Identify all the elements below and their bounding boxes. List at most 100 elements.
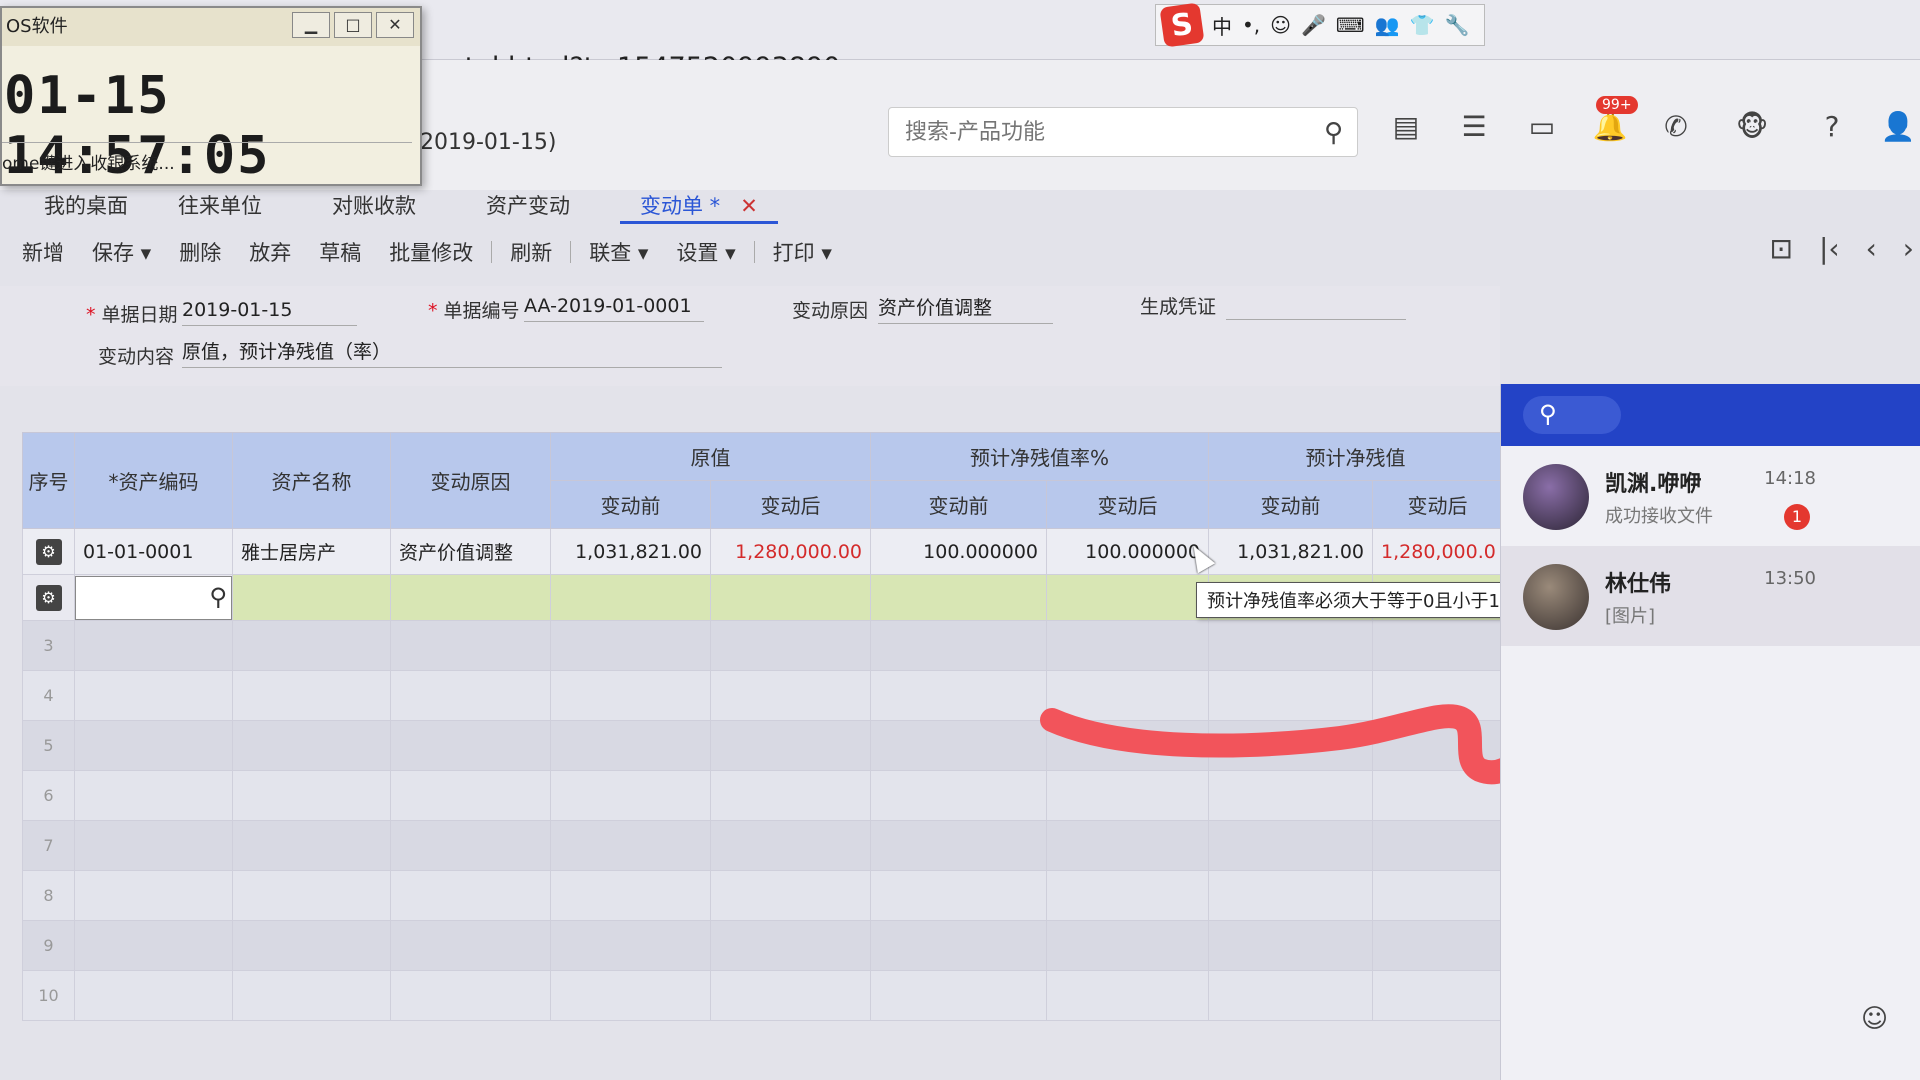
toolbar: 新增 保存 ▾ 删除 放弃 草稿 批量修改 刷新 联查 ▾ 设置 ▾ 打印 ▾ … (0, 232, 1920, 272)
number-field[interactable]: AA-2019-01-0001 (524, 292, 704, 322)
search-icon[interactable]: ⚲ (1324, 118, 1343, 148)
reason-field[interactable]: 资产价值调整 (878, 294, 1053, 324)
wrench-icon[interactable]: 🔧 (1445, 13, 1470, 37)
draft-button[interactable]: 草稿 (305, 237, 375, 267)
col-change-reason[interactable]: 变动原因 (390, 432, 551, 529)
message-icon[interactable]: ▭ (1520, 104, 1564, 148)
batch-edit-button[interactable]: 批量修改 (375, 237, 487, 267)
product-search: ⚲ (888, 107, 1358, 157)
delete-button[interactable]: 删除 (165, 237, 235, 267)
tab-reconciliation[interactable]: 对账收款 (312, 188, 436, 224)
microphone-icon[interactable]: 🎤 (1301, 13, 1326, 37)
chat-search[interactable]: ⚲ (1523, 396, 1621, 434)
ime-lang[interactable]: 中 (1212, 11, 1232, 40)
settings-dropdown[interactable]: 设置 ▾ (662, 237, 749, 267)
shirt-icon[interactable]: 👕 (1410, 13, 1435, 37)
content-label: 变动内容 (98, 346, 175, 368)
cell-orig-after[interactable]: 1,280,000.00 (710, 528, 871, 575)
unread-badge: 1 (1784, 504, 1810, 530)
next-page-icon[interactable]: › (1903, 232, 1914, 265)
voucher-field[interactable] (1226, 290, 1406, 320)
chat-name: 林仕伟 (1605, 572, 1672, 597)
save-doc-icon[interactable]: ▤ (1384, 104, 1428, 148)
new-button[interactable]: 新增 (8, 237, 78, 267)
sogou-logo-icon[interactable]: S (1159, 2, 1205, 48)
notification-badge: 99+ (1596, 96, 1638, 114)
header-subtitle: 2019-01-15) (420, 130, 557, 155)
table-row[interactable]: 7 (22, 820, 1504, 871)
table-row[interactable]: ⚙ 01-01-0001 雅士居房产 资产价值调整 1,031,821.00 1… (22, 528, 1504, 575)
phone-icon[interactable]: ✆ (1654, 104, 1698, 148)
preview-icon[interactable]: ⊡ (1769, 232, 1792, 265)
col-rate-before[interactable]: 变动前 (870, 480, 1047, 529)
cell-asset-code[interactable]: 01-01-0001 (74, 528, 233, 575)
tab-close-icon[interactable]: ✕ (740, 194, 758, 218)
maximize-icon[interactable]: □ (334, 12, 372, 38)
col-seq[interactable]: 序号 (22, 432, 75, 529)
chat-preview: 成功接收文件 (1605, 506, 1713, 527)
punctuation-icon[interactable]: •, (1242, 13, 1260, 37)
cell-res-before[interactable]: 1,031,821.00 (1208, 528, 1374, 575)
search-icon: ⚲ (1539, 400, 1557, 428)
clock-hint: ome键进入收银系统... (2, 142, 412, 174)
user-profile-icon[interactable]: 👤 (1876, 104, 1920, 148)
chat-preview: [图片] (1605, 606, 1656, 627)
chat-header: ⚲ (1501, 384, 1920, 446)
chat-time: 14:18 (1764, 468, 1816, 489)
print-dropdown[interactable]: 打印 ▾ (759, 237, 846, 267)
chat-item[interactable]: 凯渊.咿咿 成功接收文件 14:18 1 (1501, 446, 1920, 546)
table-row[interactable]: 9 (22, 920, 1504, 971)
table-row[interactable]: 10 (22, 970, 1504, 1021)
clock-window[interactable]: OS软件 ▁ □ ✕ 01-15 14:57:05 ome键进入收银系统... (0, 6, 422, 186)
minimize-icon[interactable]: ▁ (292, 12, 330, 38)
voucher-label: 生成凭证 (1140, 296, 1217, 318)
avatar (1523, 564, 1589, 630)
close-icon[interactable]: ✕ (376, 12, 414, 38)
col-orig-before[interactable]: 变动前 (550, 480, 711, 529)
ime-toolbar: S 中 •, ☺ 🎤 ⌨ 👥 👕 🔧 (1155, 2, 1485, 48)
row-menu-icon[interactable]: ⚙ (35, 538, 62, 565)
date-label: * 单据日期 (86, 304, 178, 326)
table-row[interactable]: 3 (22, 620, 1504, 671)
cell-orig-before[interactable]: 1,031,821.00 (550, 528, 711, 575)
col-res-after[interactable]: 变动后 (1372, 480, 1504, 529)
chat-panel: ⚲ 凯渊.咿咿 成功接收文件 14:18 1 林仕伟 [图片] 13:50 ☺ (1500, 384, 1920, 1080)
col-res-before[interactable]: 变动前 (1208, 480, 1374, 529)
user-icon[interactable]: 👥 (1375, 13, 1400, 37)
emoji-icon[interactable]: ☺ (1270, 13, 1291, 37)
date-field[interactable]: 2019-01-15 (182, 296, 357, 326)
cell-change-reason[interactable]: 资产价值调整 (390, 528, 551, 575)
tab-partners[interactable]: 往来单位 (158, 188, 282, 224)
search-input[interactable] (889, 108, 1289, 156)
prev-page-icon[interactable]: ‹ (1866, 232, 1877, 265)
task-list-icon[interactable]: ☰ (1452, 104, 1496, 148)
tab-asset-change[interactable]: 资产变动 (466, 188, 590, 224)
monkey-avatar-icon[interactable]: 🐵 (1730, 104, 1774, 148)
col-rate-after[interactable]: 变动后 (1045, 480, 1210, 529)
cell-rate-before[interactable]: 100.000000 (870, 528, 1047, 575)
cell-rate-after[interactable]: 100.000000 (1045, 528, 1210, 575)
first-page-icon[interactable]: |‹ (1819, 232, 1840, 265)
table-row[interactable]: 8 (22, 870, 1504, 921)
content-field[interactable]: 原值，预计净残值（率） (182, 338, 722, 368)
col-orig-after[interactable]: 变动后 (710, 480, 871, 529)
tab-desktop[interactable]: 我的桌面 (24, 188, 148, 224)
row-menu-icon[interactable]: ⚙ (35, 584, 62, 611)
discard-button[interactable]: 放弃 (235, 237, 305, 267)
help-icon[interactable]: ? (1810, 104, 1854, 148)
refresh-button[interactable]: 刷新 (496, 237, 566, 267)
asset-code-input[interactable]: ⚲ (75, 575, 232, 620)
cell-res-after[interactable]: 1,280,000.0 (1372, 528, 1504, 575)
save-dropdown[interactable]: 保存 ▾ (78, 237, 165, 267)
validation-tooltip: 预计净残值率必须大于等于0且小于100！ (1196, 582, 1552, 618)
tab-change-order[interactable]: 变动单 * ✕ (620, 188, 778, 224)
search-icon[interactable]: ⚲ (209, 583, 227, 611)
keyboard-icon[interactable]: ⌨ (1336, 13, 1365, 37)
emoji-icon[interactable]: ☺ (1861, 1004, 1888, 1034)
link-query-dropdown[interactable]: 联查 ▾ (575, 237, 662, 267)
col-asset-name[interactable]: 资产名称 (232, 432, 391, 529)
col-group-residual: 预计净残值 (1208, 432, 1504, 481)
cell-asset-name[interactable]: 雅士居房产 (232, 528, 391, 575)
col-asset-code[interactable]: *资产编码 (74, 432, 233, 529)
chat-item[interactable]: 林仕伟 [图片] 13:50 (1501, 546, 1920, 646)
